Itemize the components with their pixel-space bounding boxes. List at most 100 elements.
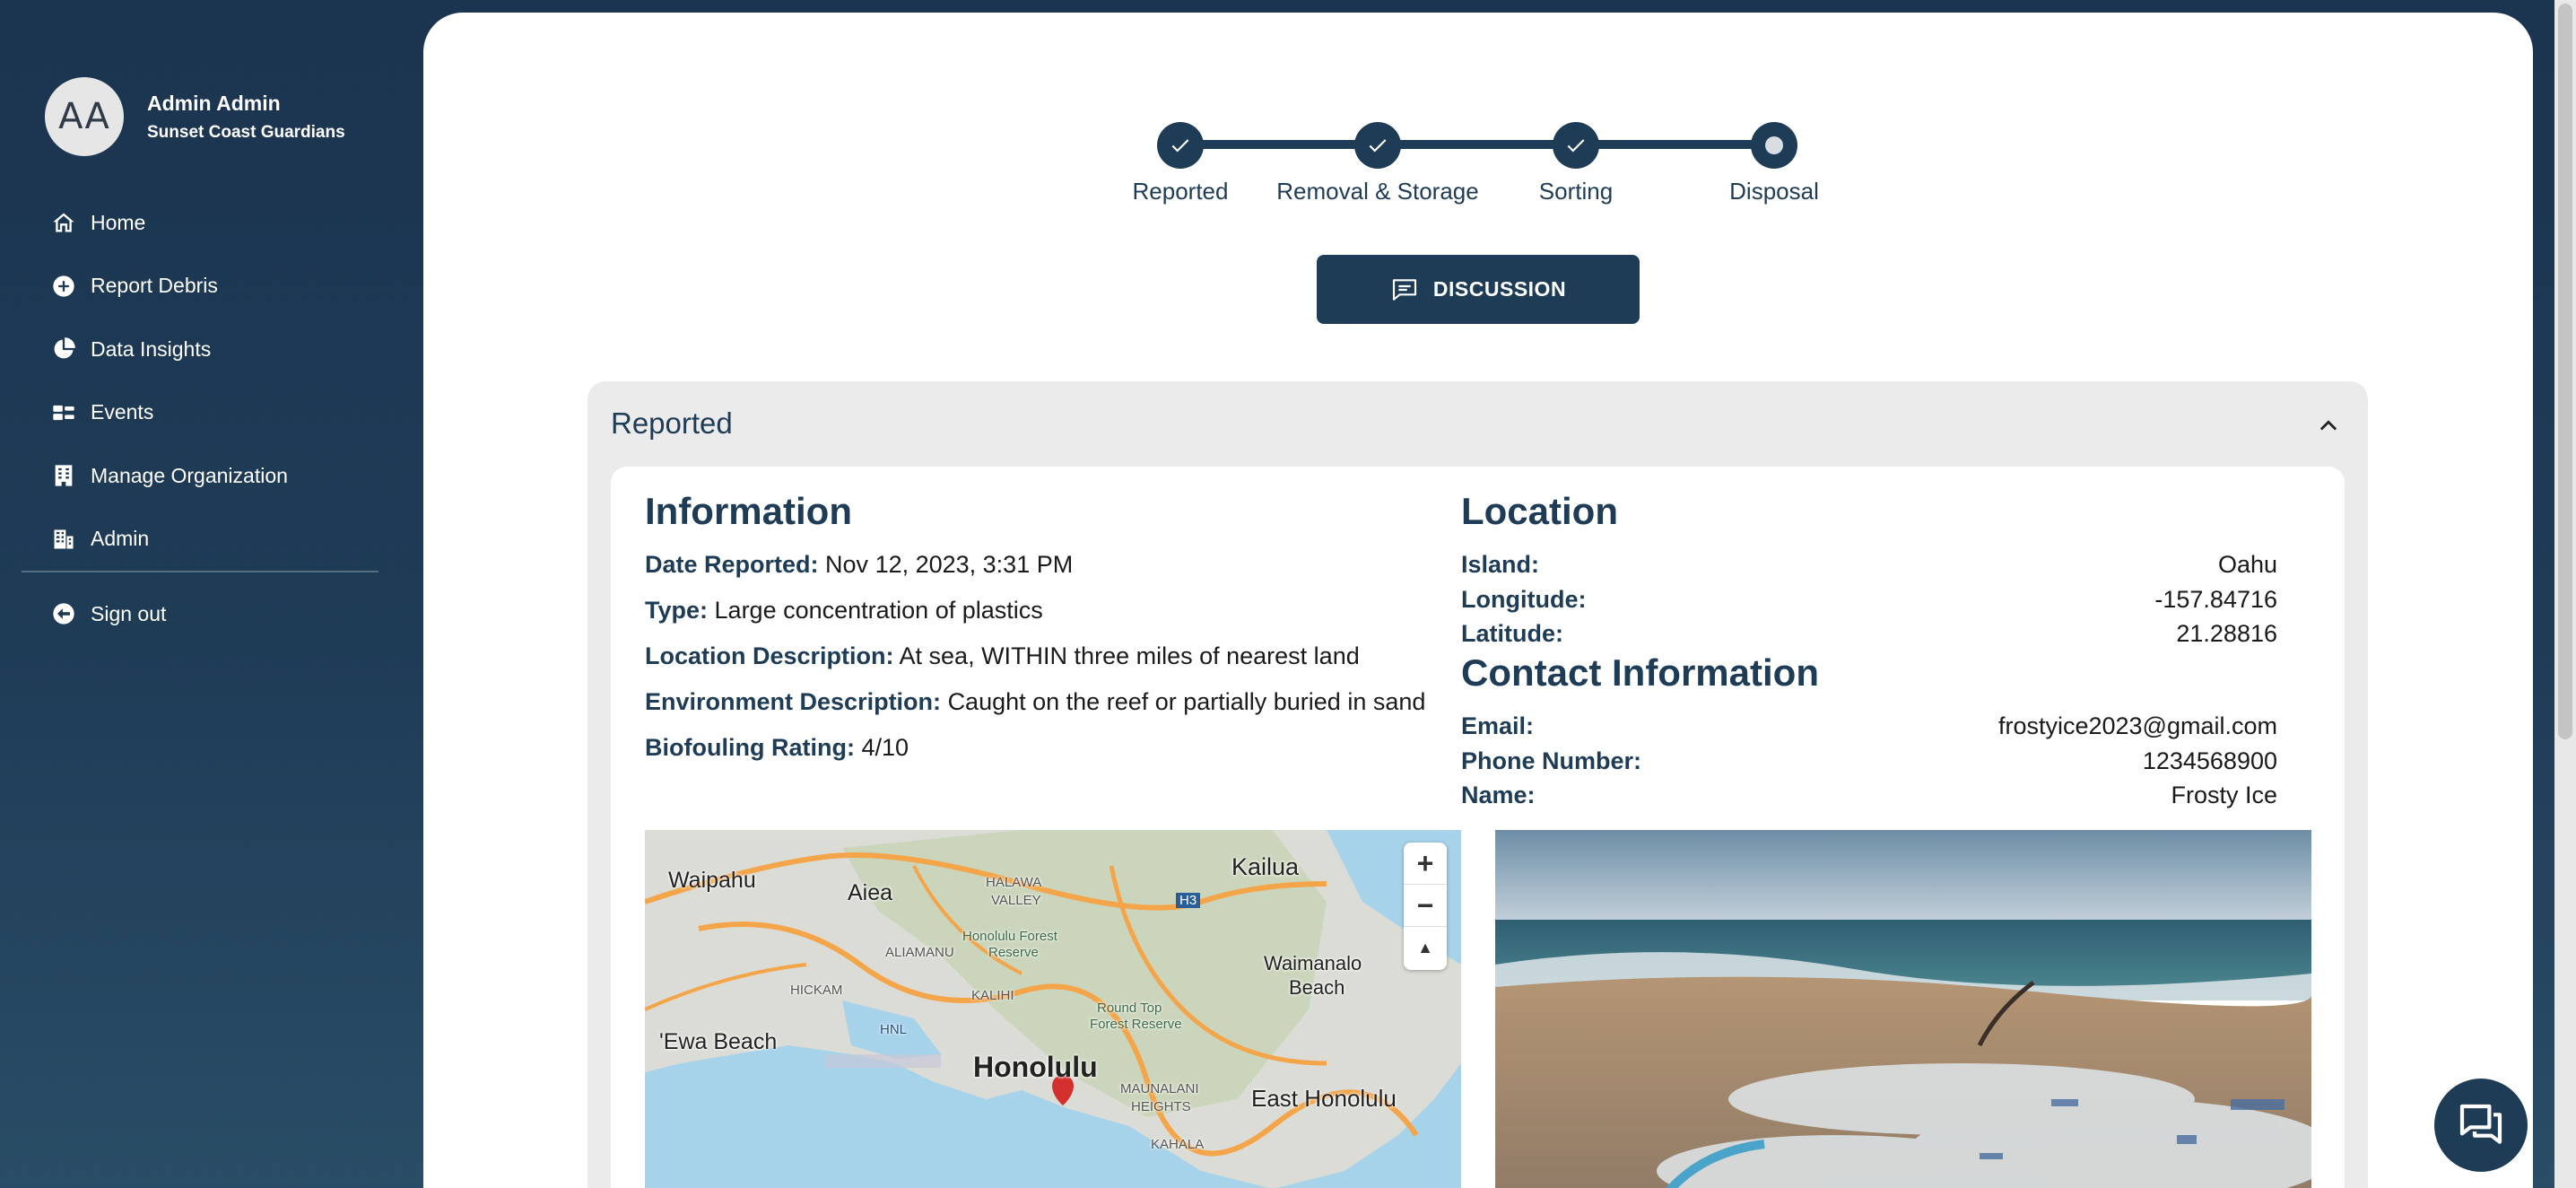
date-reported-label: Date Reported: — [645, 551, 819, 578]
map-label-east-honolulu: East Honolulu — [1251, 1085, 1397, 1112]
sidebar-item-report-debris[interactable]: Report Debris — [50, 255, 288, 319]
chat-icon — [2459, 1104, 2502, 1144]
sidebar-item-admin[interactable]: Admin — [50, 508, 288, 572]
chevron-up-icon[interactable] — [2316, 414, 2341, 439]
map-label-aiea: Aiea — [848, 880, 893, 905]
reported-accordion: Reported Information Date Reported: Nov … — [587, 381, 2368, 1188]
name-row: Name: Frosty Ice — [1461, 782, 2277, 809]
sidebar-item-label: Data Insights — [91, 336, 212, 361]
avatar[interactable]: AA — [45, 77, 124, 156]
comment-icon — [1392, 278, 1416, 301]
profile-organization: Sunset Coast Guardians — [147, 122, 345, 142]
sign-out-button[interactable]: Sign out — [50, 582, 166, 646]
user-profile[interactable]: AA Admin Admin Sunset Coast Guardians — [45, 77, 345, 156]
sidebar-item-data-insights[interactable]: Data Insights — [50, 318, 288, 381]
sidebar-item-label: Home — [91, 210, 146, 234]
zoom-out-button[interactable]: − — [1404, 885, 1447, 927]
map-label-kahala: KAHALA — [1151, 1137, 1205, 1152]
beach-debris-image — [1495, 830, 2311, 1188]
map-label-maunalani: MAUNALANI — [1120, 1081, 1199, 1096]
map-label-hnl: HNL — [880, 1022, 908, 1037]
email-value: frostyice2023@gmail.com — [1997, 712, 2277, 739]
map-label-honolulu-forest: Honolulu Forest — [962, 929, 1057, 944]
sidebar-item-label: Manage Organization — [91, 463, 288, 487]
environment-description-value: Caught on the reef or partially buried i… — [947, 688, 1426, 715]
map-label-hickam: HICKAM — [790, 983, 843, 998]
map-label-h3: H3 — [1176, 893, 1201, 908]
email-label: Email: — [1461, 712, 1535, 739]
biofouling-value: 4/10 — [861, 734, 909, 761]
map-label-kailua: Kailua — [1231, 853, 1300, 880]
island-label: Island: — [1461, 551, 1540, 578]
events-icon — [50, 399, 77, 426]
zoom-in-button[interactable]: + — [1404, 843, 1447, 885]
type-label: Type: — [645, 597, 709, 624]
map-label-waimanalo: Waimanalo — [1264, 952, 1362, 974]
arrow-left-circle-icon — [50, 600, 77, 627]
debris-photo — [1495, 830, 2311, 1188]
longitude-row: Longitude: -157.84716 — [1461, 586, 2277, 614]
location-description: Location Description: At sea, WITHIN thr… — [645, 642, 1360, 670]
location-description-label: Location Description: — [645, 642, 894, 669]
step-removal-storage[interactable] — [1354, 122, 1401, 169]
check-icon — [1171, 139, 1189, 153]
check-icon — [1369, 139, 1387, 153]
name-label: Name: — [1461, 782, 1536, 808]
building-icon — [50, 462, 77, 489]
contact-information-title: Contact Information — [1461, 651, 1819, 694]
map-label-aliamanu: ALIAMANU — [885, 945, 954, 960]
sidebar-item-label: Report Debris — [91, 274, 218, 298]
biofouling-label: Biofouling Rating: — [645, 734, 855, 761]
plus-circle-icon — [50, 273, 77, 300]
sidebar-item-manage-organization[interactable]: Manage Organization — [50, 444, 288, 508]
discussion-button[interactable]: DISCUSSION — [1317, 255, 1640, 324]
location-title: Location — [1461, 490, 1618, 532]
sidebar-item-label: Admin — [91, 527, 150, 551]
report-details-card: Information Date Reported: Nov 12, 2023,… — [611, 467, 2345, 1188]
map-controls: + − ▲ — [1404, 843, 1447, 970]
map-label-heights: HEIGHTS — [1131, 1099, 1191, 1114]
map-label-reserve: Reserve — [988, 945, 1039, 960]
environment-description: Environment Description: Caught on the r… — [645, 688, 1425, 716]
step-reported[interactable] — [1157, 122, 1204, 169]
sidebar-item-home[interactable]: Home — [50, 191, 288, 255]
pie-chart-icon — [50, 336, 77, 363]
information-title: Information — [645, 490, 852, 532]
location-map[interactable]: Waipahu Aiea Kailua HALAWA VALLEY H3 Hon… — [645, 830, 1461, 1188]
phone-label: Phone Number: — [1461, 747, 1642, 774]
step-label-disposal: Disposal — [1729, 178, 1819, 205]
step-sorting[interactable] — [1553, 122, 1599, 169]
phone-value: 1234568900 — [2142, 747, 2277, 774]
sidebar-divider — [22, 571, 379, 572]
chat-button[interactable] — [2434, 1079, 2528, 1172]
map-label-honolulu: Honolulu — [973, 1051, 1098, 1083]
scrollbar-thumb[interactable] — [2558, 4, 2572, 739]
admin-icon — [50, 526, 77, 553]
name-value: Frosty Ice — [2171, 782, 2277, 808]
step-disposal[interactable] — [1751, 122, 1797, 169]
longitude-label: Longitude: — [1461, 586, 1587, 613]
latitude-row: Latitude: 21.28816 — [1461, 620, 2277, 648]
current-step-dot — [1765, 136, 1783, 154]
profile-name: Admin Admin — [147, 91, 281, 115]
longitude-value: -157.84716 — [2154, 586, 2277, 613]
map-label-forest-reserve: Forest Reserve — [1090, 1017, 1182, 1032]
map-label-ewa-beach: 'Ewa Beach — [659, 1029, 778, 1054]
island-row: Island: Oahu — [1461, 551, 2277, 579]
type-value: Large concentration of plastics — [714, 597, 1043, 624]
latitude-label: Latitude: — [1461, 620, 1563, 647]
date-reported: Date Reported: Nov 12, 2023, 3:31 PM — [645, 551, 1073, 579]
check-icon — [1567, 139, 1585, 153]
sidebar-item-events[interactable]: Events — [50, 381, 288, 445]
phone-row: Phone Number: 1234568900 — [1461, 747, 2277, 775]
map-label-beach: Beach — [1289, 976, 1345, 999]
accordion-title[interactable]: Reported — [611, 406, 733, 441]
map-label-kalihi: KALIHI — [971, 988, 1014, 1003]
latitude-value: 21.28816 — [2176, 620, 2277, 647]
discussion-label: DISCUSSION — [1432, 277, 1567, 301]
signout-container: Sign out — [50, 582, 166, 646]
biofouling-rating: Biofouling Rating: 4/10 — [645, 734, 909, 762]
sidebar-nav: Home Report Debris Data Insights Events … — [50, 191, 288, 571]
reset-north-button[interactable]: ▲ — [1404, 927, 1447, 969]
location-description-value: At sea, WITHIN three miles of nearest la… — [899, 642, 1360, 669]
